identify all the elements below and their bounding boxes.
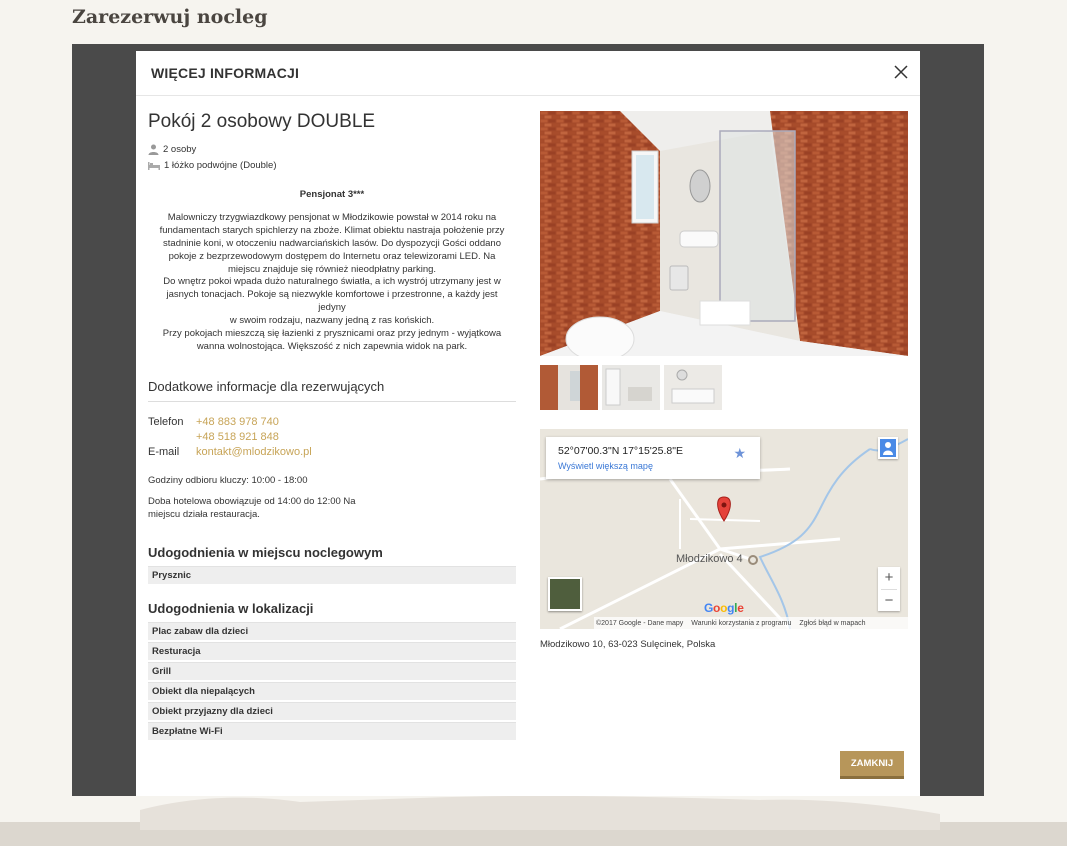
close-button[interactable]: ZAMKNIJ bbox=[840, 751, 904, 779]
hotel-day-line: Doba hotelowa obowiązuje od 14:00 do 12:… bbox=[148, 496, 356, 507]
zoom-in-button[interactable]: + bbox=[878, 567, 900, 589]
location-amenities: Udogodnienia w lokalizacji Plac zabaw dl… bbox=[148, 601, 516, 742]
email-label: E-mail bbox=[148, 446, 180, 458]
zoom-out-button[interactable]: − bbox=[878, 590, 900, 612]
description-line: Malowniczy trzygwiazdkowy pensjonat w Mł… bbox=[167, 211, 497, 223]
location-map[interactable]: 52°07'00.3"N 17°15'25.8"E Wyświetl więks… bbox=[540, 429, 908, 629]
email-row: E-mail kontakt@mlodzikowo.pl bbox=[148, 445, 516, 460]
star-icon[interactable]: ★ bbox=[733, 445, 746, 462]
street-view-icon[interactable] bbox=[878, 437, 898, 459]
room-main-photo[interactable] bbox=[540, 111, 908, 356]
thumbnail-3[interactable] bbox=[664, 365, 722, 410]
phone-row: Telefon +48 883 978 740 +48 518 921 848 bbox=[148, 415, 516, 445]
map-copyright: ©2017 Google - Dane mapy bbox=[596, 619, 684, 627]
photo-thumbnails bbox=[540, 365, 908, 410]
booking-info-section: Dodatkowe informacje dla rezerwujących T… bbox=[148, 379, 516, 521]
description-line: miejscu znajduje się również nieodpłatny… bbox=[227, 263, 437, 275]
room-beds: 1 łóżko podwójne (Double) bbox=[148, 157, 516, 173]
amenity-item: Grill bbox=[148, 662, 516, 680]
location-amenities-heading: Udogodnienia w lokalizacji bbox=[148, 601, 314, 616]
thumbnail-1[interactable] bbox=[540, 365, 598, 410]
description-line: pokoje z bezprzewodowym dostępem do Inte… bbox=[168, 250, 496, 262]
thumbnail-2[interactable] bbox=[602, 365, 660, 410]
map-coordinates: 52°07'00.3"N 17°15'25.8"E bbox=[558, 445, 683, 457]
capacity-text: 2 osoby bbox=[163, 143, 197, 155]
contact-block: Telefon +48 883 978 740 +48 518 921 848 … bbox=[148, 415, 516, 460]
amenity-item: Resturacja bbox=[148, 642, 516, 660]
phone-link[interactable]: +48 518 921 848 bbox=[196, 430, 279, 445]
map-info-card: 52°07'00.3"N 17°15'25.8"E Wyświetl więks… bbox=[546, 437, 760, 479]
description-line: stadninie koni, w otoczeniu nadwarciańsk… bbox=[163, 237, 501, 249]
amenity-item: Plac zabaw dla dzieci bbox=[148, 622, 516, 640]
description-line: fundamentach starych spichlerzy na zboże… bbox=[159, 224, 505, 236]
room-details: Pokój 2 osobowy DOUBLE 2 osoby 1 łóżko p… bbox=[148, 111, 516, 740]
amenity-item: Bezpłatne Wi-Fi bbox=[148, 722, 516, 740]
more-info-modal: WIĘCEJ INFORMACJI Pokój 2 osobowy DOUBLE… bbox=[136, 51, 920, 796]
view-larger-map-link[interactable]: Wyświetl większą mapę bbox=[558, 461, 653, 471]
beds-text: 1 łóżko podwójne (Double) bbox=[164, 159, 277, 171]
map-place-label: Młodzikowo 4 bbox=[676, 553, 743, 565]
email-link[interactable]: kontakt@mlodzikowo.pl bbox=[196, 445, 312, 460]
map-zoom-controls: + − bbox=[878, 567, 900, 611]
booking-info-heading: Dodatkowe informacje dla rezerwujących bbox=[148, 379, 516, 402]
page-heading: Zarezerwuj nocleg bbox=[72, 6, 268, 28]
description-line: w swoim rodzaju, nazwany jedną z ras koń… bbox=[229, 315, 435, 327]
description-line: wanna wolnostojąca. Większość z nich zap… bbox=[196, 340, 468, 352]
amenity-item: Obiekt przyjazny dla dzieci bbox=[148, 702, 516, 720]
room-amenities: Udogodnienia w miejscu noclegowym Pryszn… bbox=[148, 545, 516, 586]
map-report-link[interactable]: Zgłoś błąd w mapach bbox=[799, 620, 865, 627]
room-capacity: 2 osoby bbox=[148, 141, 516, 157]
ground-decoration bbox=[0, 790, 1067, 846]
bed-icon bbox=[148, 162, 160, 170]
description-line: Przy pokojach mieszczą się łazienki z pr… bbox=[162, 328, 502, 340]
description-line: Do wnętrz pokoi wpada dużo naturalnego ś… bbox=[163, 276, 501, 288]
google-logo: Google bbox=[704, 601, 744, 615]
key-hours: Godziny odbioru kluczy: 10:00 - 18:00 bbox=[148, 475, 308, 486]
map-footer: ©2017 Google - Dane mapy Warunki korzyst… bbox=[594, 617, 908, 629]
map-terms-link[interactable]: Warunki korzystania z programu bbox=[691, 620, 791, 627]
room-media: 52°07'00.3"N 17°15'25.8"E Wyświetl więks… bbox=[540, 111, 908, 650]
room-description: Pensjonat 3*** Malowniczy trzygwiazdkowy… bbox=[148, 189, 516, 354]
modal-title: WIĘCEJ INFORMACJI bbox=[151, 65, 300, 81]
address: Młodzikowo 10, 63-023 Sulęcinek, Polska bbox=[540, 639, 716, 650]
amenity-item: Prysznic bbox=[148, 566, 516, 584]
person-icon bbox=[148, 144, 159, 155]
hotel-day-line: miejscu działa restauracja. bbox=[148, 509, 260, 520]
modal-header: WIĘCEJ INFORMACJI bbox=[136, 51, 920, 96]
phone-label: Telefon bbox=[148, 416, 184, 428]
description-title: Pensjonat 3*** bbox=[299, 189, 365, 200]
amenity-item: Obiekt dla niepalących bbox=[148, 682, 516, 700]
phone-link[interactable]: +48 883 978 740 bbox=[196, 415, 279, 430]
satellite-toggle[interactable] bbox=[548, 577, 582, 611]
description-line: jasnych tonacjach. Pokoje są niezwykle k… bbox=[166, 289, 498, 314]
room-amenities-heading: Udogodnienia w miejscu noclegowym bbox=[148, 545, 383, 560]
close-icon[interactable] bbox=[892, 63, 910, 81]
room-title: Pokój 2 osobowy DOUBLE bbox=[148, 111, 376, 132]
